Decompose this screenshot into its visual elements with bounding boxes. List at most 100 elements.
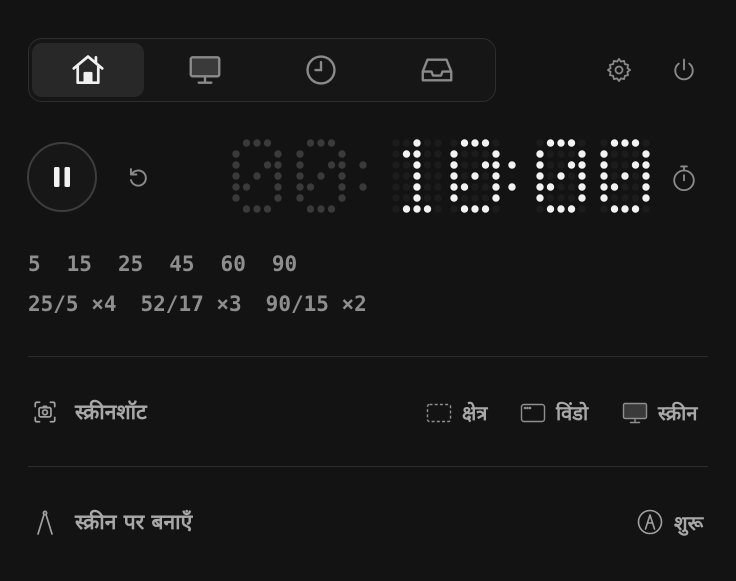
minutes-digit-2-dot-off <box>492 205 500 213</box>
hours-digit-1-dot <box>242 183 251 191</box>
seconds-digit-1-dot-off <box>536 139 544 147</box>
minutes-digit-1-dot-off <box>402 139 411 147</box>
seconds-digit-1-dot <box>567 161 576 169</box>
minutes-digit-1-dot-off <box>434 205 442 213</box>
tab-home[interactable] <box>32 43 144 97</box>
minutes-digit-1-dot-off <box>402 183 411 191</box>
seconds-digit-2-dot-off <box>642 205 650 213</box>
hours-digit-1-dot <box>232 183 240 191</box>
minutes-digit-2-dot-off <box>481 194 490 202</box>
minutes-digit-2-dot <box>492 194 500 202</box>
tab-inbox[interactable] <box>381 43 493 97</box>
minutes-digit-1-dot <box>413 150 421 158</box>
minutes-digit-2-dot <box>471 172 479 180</box>
preset-15[interactable]: 15 <box>67 252 92 276</box>
power-button[interactable] <box>667 53 701 87</box>
screenshot-screen-option[interactable]: स्क्रीन <box>622 399 697 426</box>
screen-label: स्क्रीन <box>658 401 698 425</box>
seconds-digit-1-dot <box>536 172 544 180</box>
hours-digit-1-dot <box>232 150 240 158</box>
seconds-digit-1-dot-off <box>546 194 555 202</box>
minutes-digit-1-dot-off <box>434 150 442 158</box>
seconds-digit-2-dot-off <box>631 183 640 191</box>
seconds-digit-2-dot <box>600 150 608 158</box>
preset-90[interactable]: 90 <box>272 252 297 276</box>
minutes-digit-2-dot <box>460 205 469 213</box>
minutes-digit-1-dot-off <box>423 183 432 191</box>
seconds-digit-2-dot <box>642 172 650 180</box>
hours-digit-2-dot <box>296 150 304 158</box>
divider <box>28 466 708 467</box>
hours-digit-2-dot <box>296 194 304 202</box>
minutes-digit-1-dot-off <box>392 161 400 169</box>
tab-screen[interactable] <box>149 43 261 97</box>
hours-digit-2-dot <box>317 205 325 213</box>
seconds-digit-2-dot <box>631 139 640 147</box>
hours-digit-2-dot <box>338 150 346 158</box>
monitor-icon <box>189 56 221 84</box>
minutes-digit-1-dot-off <box>434 139 442 147</box>
hours-digit-2-dot <box>306 205 315 213</box>
start-label: शुरू <box>674 510 704 535</box>
minutes-digit-2-dot <box>450 150 458 158</box>
minutes-digit-2-dot <box>471 139 479 147</box>
seconds-digit-2-dot <box>600 194 608 202</box>
hours-digit-1-dot <box>242 139 251 147</box>
seconds-digit-1-dot-off <box>567 194 576 202</box>
minutes-digit-1-dot <box>413 172 421 180</box>
minutes-digit-2-dot-off <box>450 205 458 213</box>
hours-digit-1-dot <box>232 194 240 202</box>
seconds-digit-2-dot <box>600 161 608 169</box>
seconds-digit-1-dot <box>536 161 544 169</box>
settings-button[interactable] <box>602 53 636 87</box>
draw-start-button[interactable]: शुरू <box>636 508 703 536</box>
preset-45[interactable]: 45 <box>169 252 194 276</box>
stopwatch-button[interactable] <box>668 161 700 195</box>
preset-interval-52-17[interactable]: 52/17 ×3 <box>141 292 242 316</box>
seconds-digit-2-dot-off <box>610 172 619 180</box>
preset-minutes: 5 15 25 45 60 90 <box>28 252 297 276</box>
minutes-digit-1-dot-off <box>392 150 400 158</box>
seconds-digit-1-dot <box>567 205 576 213</box>
preset-5[interactable]: 5 <box>28 252 41 276</box>
hours-digit-2-dot <box>317 139 325 147</box>
preset-60[interactable]: 60 <box>221 252 246 276</box>
minutes-digit-1-dot-off <box>402 172 411 180</box>
minutes-digit-2-dot-off <box>460 194 469 202</box>
hours-digit-1-dot <box>232 172 240 180</box>
minutes-digit-2-dot <box>492 172 500 180</box>
minutes-digit-1-dot <box>413 139 421 147</box>
pause-button[interactable] <box>27 142 97 212</box>
minutes-digit-2-dot-off <box>492 139 500 147</box>
seconds-digit-2-dot <box>642 183 650 191</box>
drawing-compass-icon <box>34 509 56 537</box>
seconds-digit-1-dot-off <box>567 183 576 191</box>
tab-history[interactable] <box>265 43 377 97</box>
colon-2-dot <box>508 183 516 191</box>
seconds-digit-2-dot <box>600 172 608 180</box>
screenshot-window-option[interactable]: विंडो <box>520 399 588 426</box>
reset-button[interactable] <box>122 162 154 194</box>
minutes-digit-2-dot-off <box>471 161 479 169</box>
seconds-digit-2-dot-off <box>631 172 640 180</box>
seconds-digit-1-dot-off <box>567 150 576 158</box>
seconds-digit-1-dot-off <box>578 139 586 147</box>
minutes-digit-2-dot-off <box>450 139 458 147</box>
seconds-digit-1-dot-off <box>567 172 576 180</box>
dashed-region-icon <box>426 403 452 422</box>
seconds-digit-1-dot-off <box>578 205 586 213</box>
seconds-digit-2-dot <box>610 139 619 147</box>
minutes-digit-2-dot <box>450 194 458 202</box>
screenshot-camera-icon <box>32 399 58 425</box>
hours-digit-2-dot <box>338 194 346 202</box>
minutes-digit-1-dot <box>413 205 421 213</box>
preset-interval-90-15[interactable]: 90/15 ×2 <box>266 292 367 316</box>
seconds-digit-1-dot <box>546 205 555 213</box>
minutes-digit-2-dot <box>471 205 479 213</box>
preset-25[interactable]: 25 <box>118 252 143 276</box>
seconds-digit-2-dot-off <box>631 150 640 158</box>
hours-digit-1-dot <box>253 139 261 147</box>
hours-digit-1-dot <box>232 161 240 169</box>
preset-interval-25-5[interactable]: 25/5 ×4 <box>28 292 117 316</box>
screenshot-region-option[interactable]: क्षेत्र <box>426 399 487 426</box>
